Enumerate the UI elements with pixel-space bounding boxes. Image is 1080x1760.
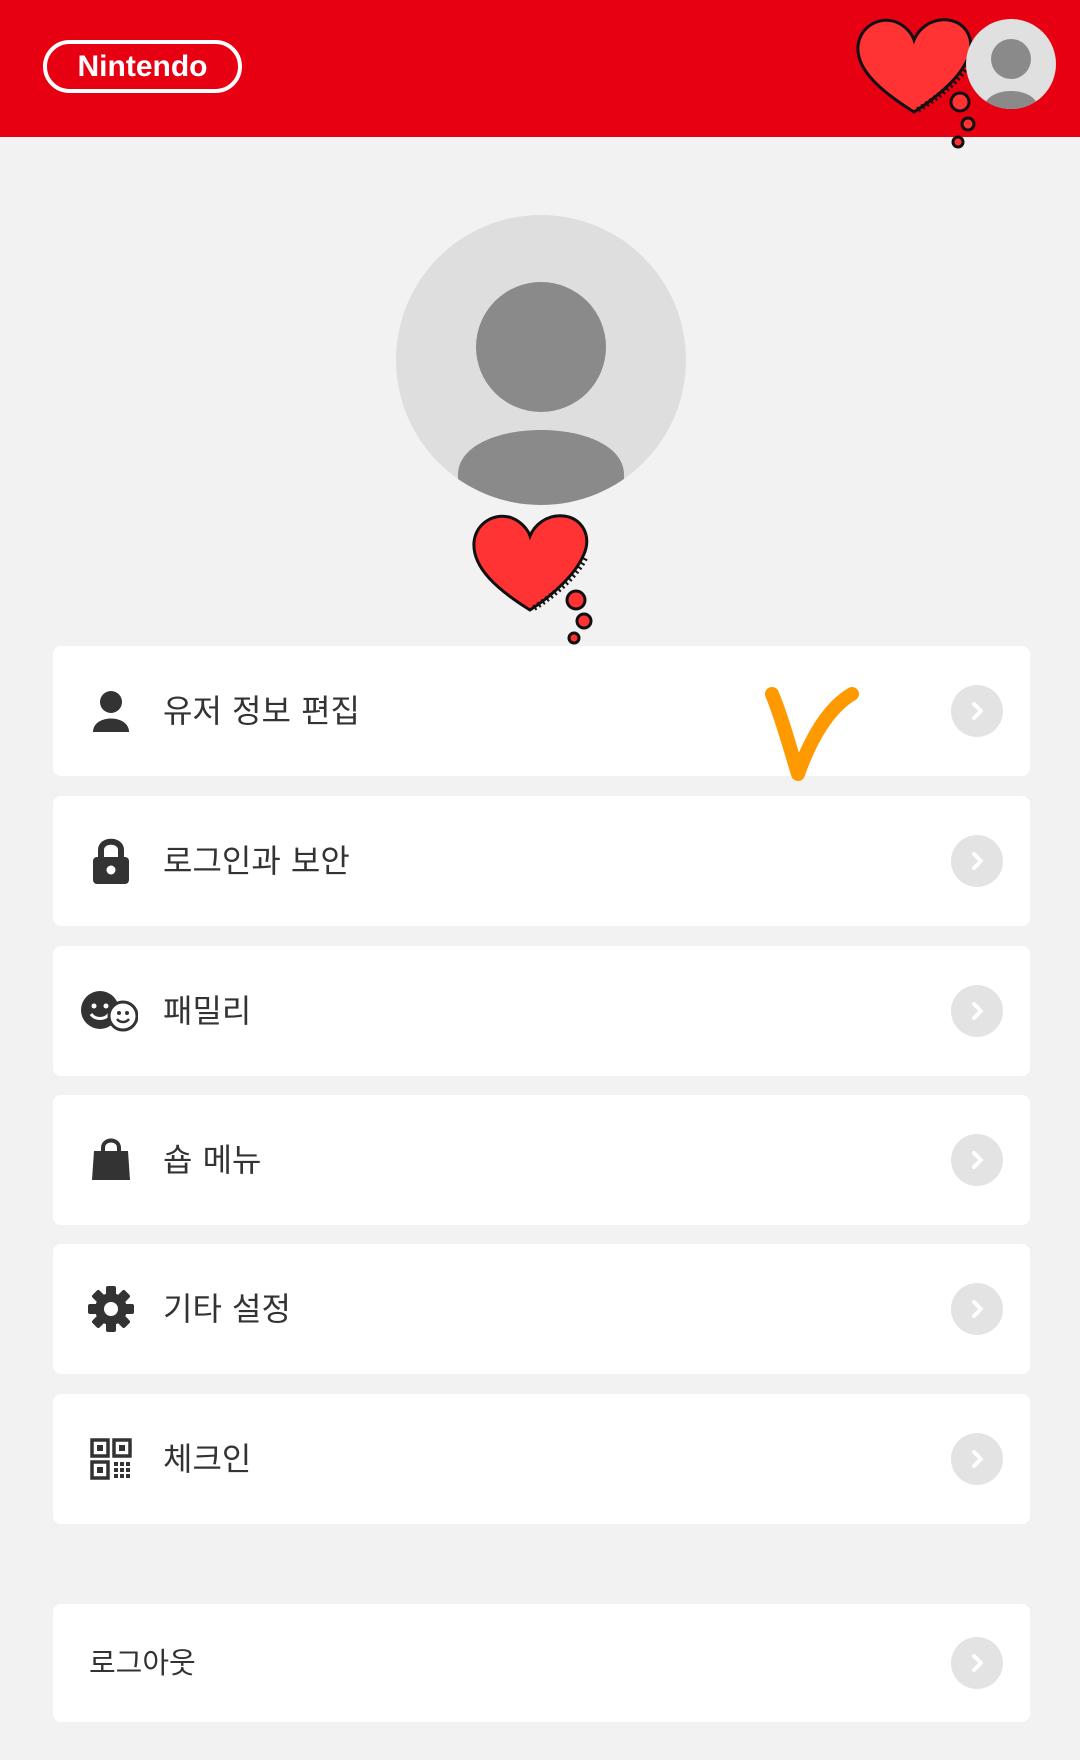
logout-label: 로그아웃 [89, 1646, 196, 1680]
chevron-right-icon [951, 1134, 1003, 1186]
user-avatar-icon [458, 282, 624, 505]
menu-item-family[interactable]: 패밀리 [53, 946, 1030, 1076]
menu-item-login-security[interactable]: 로그인과 보안 [53, 796, 1030, 926]
menu-item-label: 체크인 [163, 1440, 252, 1478]
qr-code-icon [83, 1434, 139, 1484]
lock-icon [83, 836, 139, 886]
user-avatar-icon [984, 39, 1038, 109]
gear-icon [83, 1284, 139, 1334]
menu-item-label: 로그인과 보안 [163, 842, 350, 880]
chevron-right-icon [951, 1637, 1003, 1689]
menu-item-label: 기타 설정 [163, 1290, 291, 1328]
logo-text: Nintendo [77, 49, 208, 83]
chevron-right-icon [951, 1433, 1003, 1485]
check-mark-annotation-icon [765, 687, 859, 781]
family-icon [79, 986, 139, 1036]
chevron-right-icon [951, 835, 1003, 887]
heart-sticker-icon [472, 514, 593, 645]
chevron-right-icon [951, 1283, 1003, 1335]
top-header-bar: Nintendo [0, 0, 1080, 149]
menu-item-other-settings[interactable]: 기타 설정 [53, 1244, 1030, 1374]
nintendo-logo[interactable]: Nintendo [43, 40, 242, 93]
menu-item-shop-menu[interactable]: 숍 메뉴 [53, 1095, 1030, 1225]
chevron-right-icon [951, 685, 1003, 737]
chevron-right-icon [951, 985, 1003, 1037]
header-avatar-button[interactable] [966, 19, 1056, 109]
person-icon [83, 686, 139, 736]
profile-avatar[interactable] [396, 215, 686, 505]
menu-item-label: 숍 메뉴 [163, 1141, 262, 1179]
shopping-bag-icon [83, 1135, 139, 1185]
menu-item-edit-user-info[interactable]: 유저 정보 편집 [53, 646, 1030, 776]
menu-item-label: 패밀리 [163, 992, 252, 1030]
menu-item-label: 유저 정보 편집 [163, 692, 360, 730]
heart-sticker-icon [856, 18, 976, 149]
logout-button[interactable]: 로그아웃 [53, 1604, 1030, 1722]
menu-item-check-in[interactable]: 체크인 [53, 1394, 1030, 1524]
